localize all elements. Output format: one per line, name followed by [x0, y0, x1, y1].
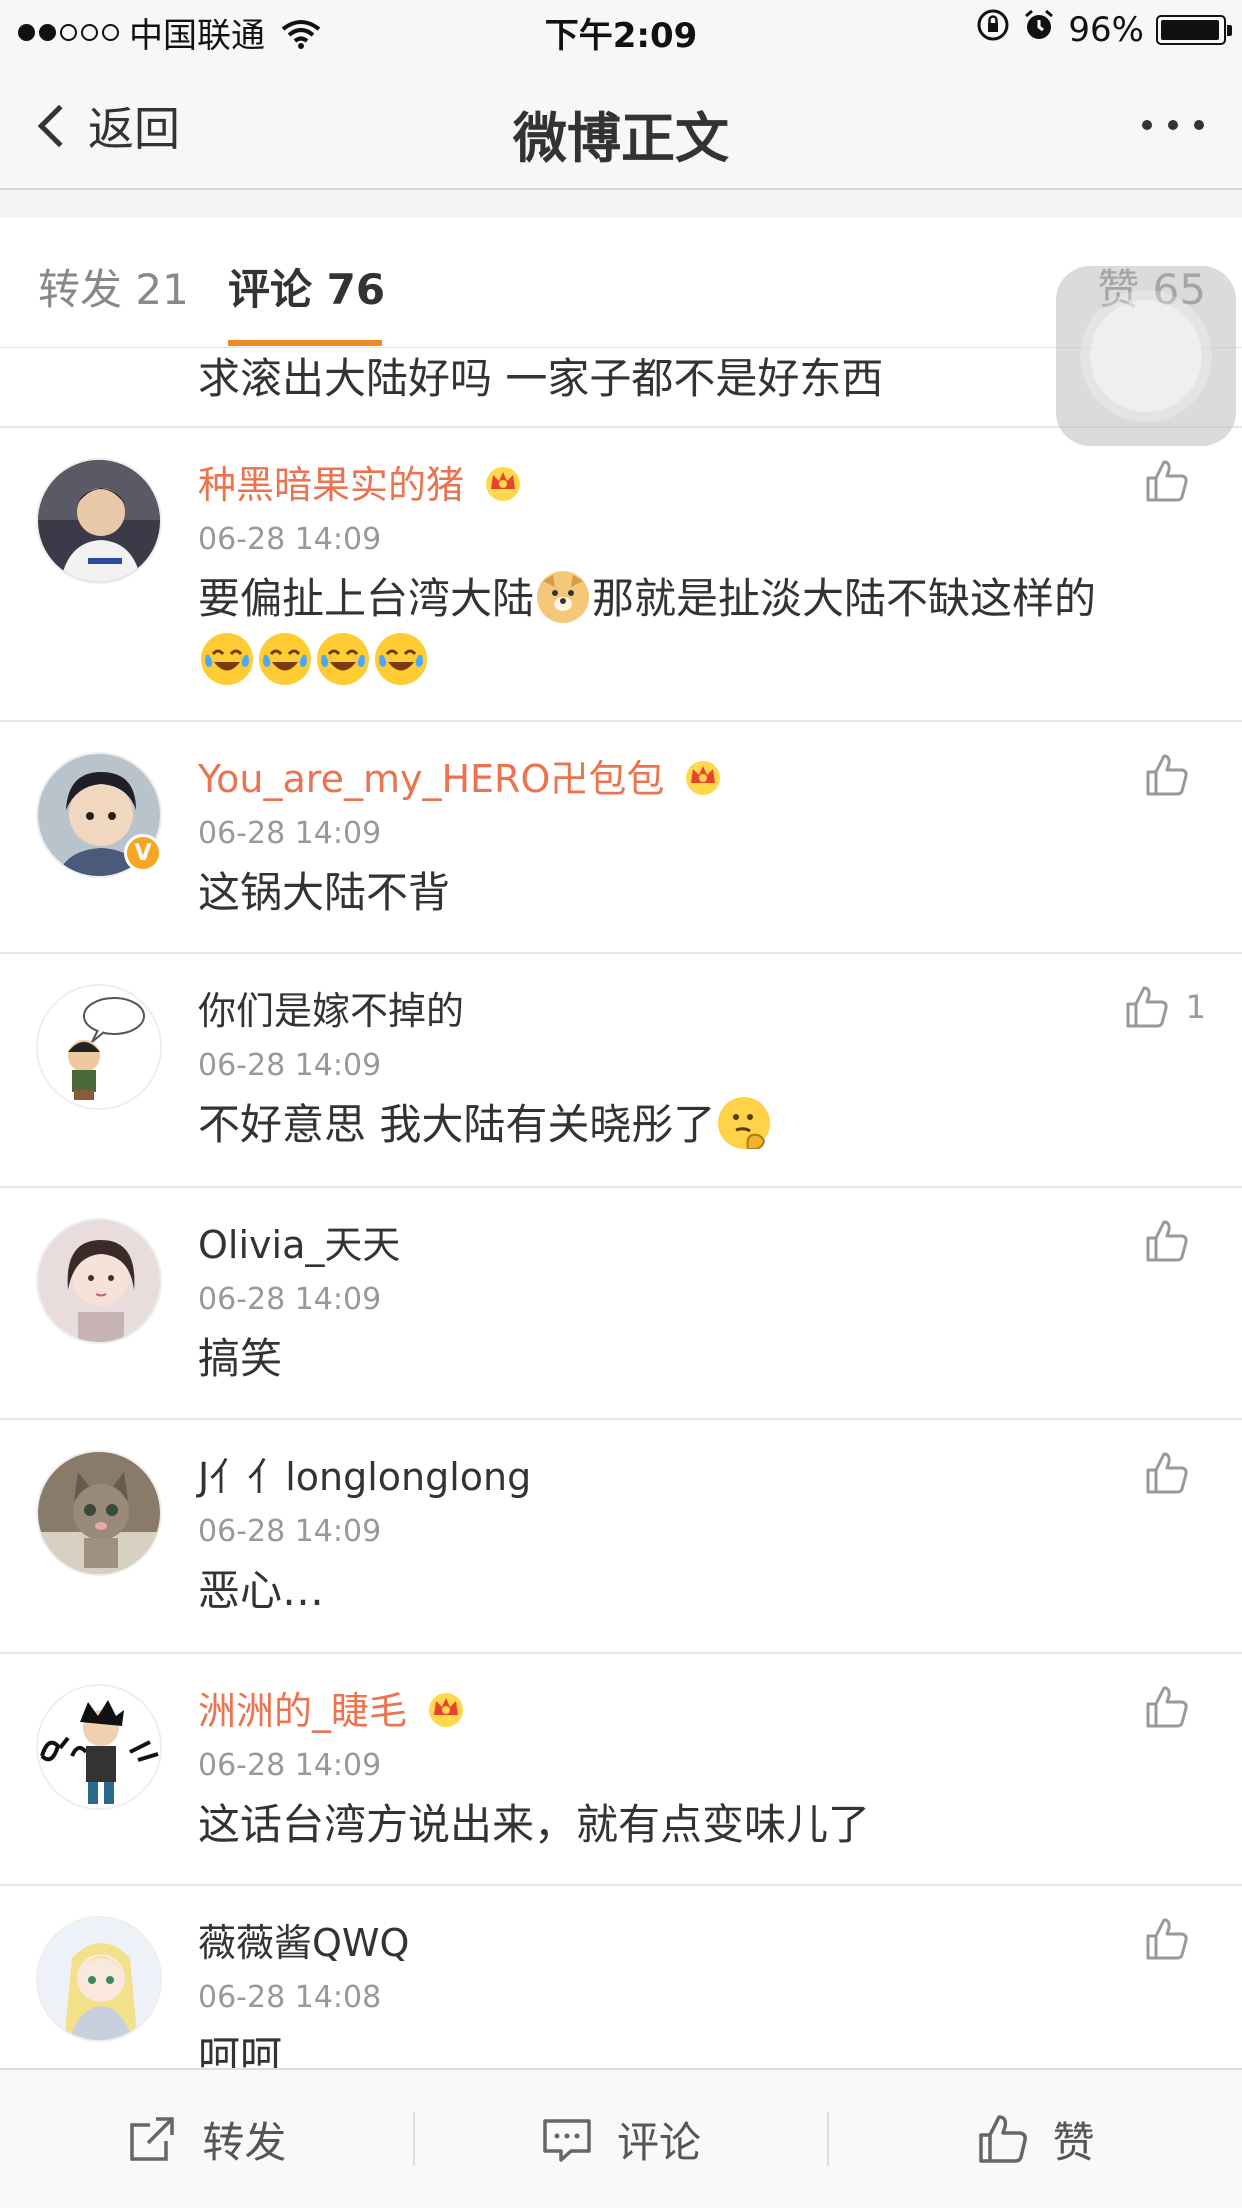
timestamp: 06-28 14:09	[198, 522, 382, 557]
thumbs-up-icon	[1146, 1686, 1188, 1728]
list-item[interactable]: 薇薇酱QWQ 06-28 14:08 呵呵	[0, 1886, 1242, 2068]
like-label: 赞	[1052, 2117, 1095, 2167]
timestamp: 06-28 14:09	[198, 1748, 382, 1783]
thumbs-up-icon	[1146, 1452, 1188, 1494]
avatar[interactable]	[36, 1684, 162, 1810]
username[interactable]: 薇薇酱QWQ	[198, 1912, 409, 1967]
comment-list[interactable]: 求滚出大陆好吗 一家子都不是好东西 种黑暗果实的猪 06-28 14:09 要偏…	[0, 348, 1242, 2068]
like-button[interactable]	[1144, 1450, 1206, 1496]
laugh-cry-emoji-icon	[317, 633, 369, 685]
laugh-cry-emoji-icon	[375, 633, 427, 685]
vip-crown-icon	[680, 756, 726, 796]
username[interactable]: You_are_my_HERO卍包包	[198, 748, 726, 803]
list-item[interactable]: 你们是嫁不掉的 06-28 14:09 不好意思 我大陆有关晓彤了 1	[0, 954, 1242, 1188]
nav-bar: 返回 微博正文	[0, 60, 1242, 190]
username-text: 薇薇酱QWQ	[198, 1921, 410, 1965]
username-text: 种黑暗果实的猪	[198, 463, 465, 507]
list-item[interactable]: Olivia_天天 06-28 14:09 搞笑	[0, 1188, 1242, 1420]
comment-text: 不好意思 我大陆有关晓彤了	[198, 1094, 1198, 1156]
avatar[interactable]	[36, 984, 162, 1110]
tab-comments[interactable]: 评论 76	[228, 256, 385, 316]
comment-label: 评论	[617, 2117, 702, 2167]
list-item[interactable]: V You_are_my_HERO卍包包 06-28 14:09 这锅大陆不背	[0, 722, 1242, 954]
thumbs-up-icon	[1146, 1918, 1188, 1960]
status-right: 96%	[976, 8, 1232, 51]
username[interactable]: 洲洲的_睫毛	[198, 1680, 469, 1735]
timestamp: 06-28 14:09	[198, 1514, 382, 1549]
like-button[interactable]	[1144, 1218, 1206, 1264]
repost-button[interactable]: 转发	[0, 2109, 413, 2169]
avatar[interactable]	[36, 1218, 162, 1344]
like-post-button[interactable]: 赞	[829, 2109, 1242, 2169]
avatar[interactable]	[36, 458, 162, 584]
thumbs-up-icon	[1146, 460, 1188, 502]
vip-crown-icon	[423, 1688, 469, 1728]
tab-repost[interactable]: 转发 21	[38, 256, 189, 316]
repost-label: 转发	[202, 2117, 287, 2167]
username[interactable]: 种黑暗果实的猪	[198, 454, 526, 509]
active-tab-indicator	[228, 340, 382, 346]
comment-button[interactable]: 评论	[415, 2109, 828, 2169]
like-count: 1	[1185, 988, 1206, 1026]
verified-badge-icon: V	[124, 834, 162, 872]
comment-text: 求滚出大陆好吗 一家子都不是好东西	[198, 354, 884, 403]
battery-icon	[1156, 14, 1232, 45]
comment-text: 要偏扯上台湾大陆 那就是扯淡大陆不缺这样的	[198, 568, 1198, 692]
like-button[interactable]	[1144, 458, 1206, 504]
timestamp: 06-28 14:09	[198, 816, 382, 851]
thinking-emoji-icon	[718, 1097, 771, 1150]
comment-text: 这锅大陆不背	[198, 868, 451, 917]
assistive-touch-icon	[1090, 300, 1202, 412]
thumbs-up-icon	[1146, 1220, 1188, 1262]
comment-text: 搞笑	[198, 1334, 283, 1383]
alarm-icon	[1022, 8, 1056, 51]
like-button[interactable]: 1	[1124, 984, 1206, 1030]
avatar[interactable]	[36, 1450, 162, 1576]
assistive-touch-button[interactable]	[1056, 266, 1236, 446]
comment-text: 呵呵	[198, 2032, 283, 2068]
rotation-lock-icon	[976, 8, 1010, 51]
page-title: 微博正文	[513, 107, 729, 170]
username-text: 你们是嫁不掉的	[198, 989, 465, 1033]
more-options-icon[interactable]	[1142, 120, 1204, 130]
share-icon	[130, 2117, 175, 2161]
username-text: 洲洲的_睫毛	[198, 1689, 408, 1733]
avatar[interactable]	[36, 1916, 162, 2042]
comment-text-part: 不好意思 我大陆有关晓彤了	[198, 1100, 716, 1149]
like-button[interactable]	[1144, 1684, 1206, 1730]
username[interactable]: J亻亻longlonglong	[198, 1446, 531, 1501]
laugh-cry-emoji-icon	[201, 633, 253, 685]
comment-text-part: 要偏扯上台湾大陆	[198, 574, 535, 623]
status-bar: 中国联通 下午2:09 96%	[0, 0, 1242, 60]
list-item[interactable]: 种黑暗果实的猪 06-28 14:09 要偏扯上台湾大陆 那就是扯淡大陆不缺这样的	[0, 428, 1242, 722]
doge-emoji-icon	[537, 571, 590, 623]
laugh-cry-emoji-icon	[259, 633, 311, 685]
comment-text: 这话台湾方说出来，就有点变味儿了	[198, 1800, 871, 1849]
username-text: Olivia_天天	[198, 1223, 401, 1267]
timestamp: 06-28 14:08	[198, 1980, 382, 2015]
list-item[interactable]: J亻亻longlonglong 06-28 14:09 恶心…	[0, 1420, 1242, 1654]
username-text: You_are_my_HERO卍包包	[198, 757, 665, 801]
list-item[interactable]: 洲洲的_睫毛 06-28 14:09 这话台湾方说出来，就有点变味儿了	[0, 1654, 1242, 1886]
comment-icon	[543, 2119, 591, 2162]
username[interactable]: 你们是嫁不掉的	[198, 980, 464, 1035]
username[interactable]: Olivia_天天	[198, 1214, 400, 1269]
bottom-toolbar: 转发 评论 赞	[0, 2068, 1242, 2208]
comment-text: 恶心…	[198, 1566, 325, 1615]
like-button[interactable]	[1144, 1916, 1206, 1962]
vip-crown-icon	[480, 462, 526, 502]
thumbs-up-icon	[1126, 986, 1168, 1028]
battery-percent: 96%	[1068, 9, 1144, 50]
timestamp: 06-28 14:09	[198, 1282, 382, 1317]
timestamp: 06-28 14:09	[198, 1048, 382, 1083]
thumbs-up-icon	[978, 2115, 1027, 2163]
thumbs-up-icon	[1146, 754, 1188, 796]
comment-text-part: 那就是扯淡大陆不缺这样的	[592, 574, 1097, 623]
like-button[interactable]	[1144, 752, 1206, 798]
username-text: J亻亻longlonglong	[198, 1455, 532, 1499]
